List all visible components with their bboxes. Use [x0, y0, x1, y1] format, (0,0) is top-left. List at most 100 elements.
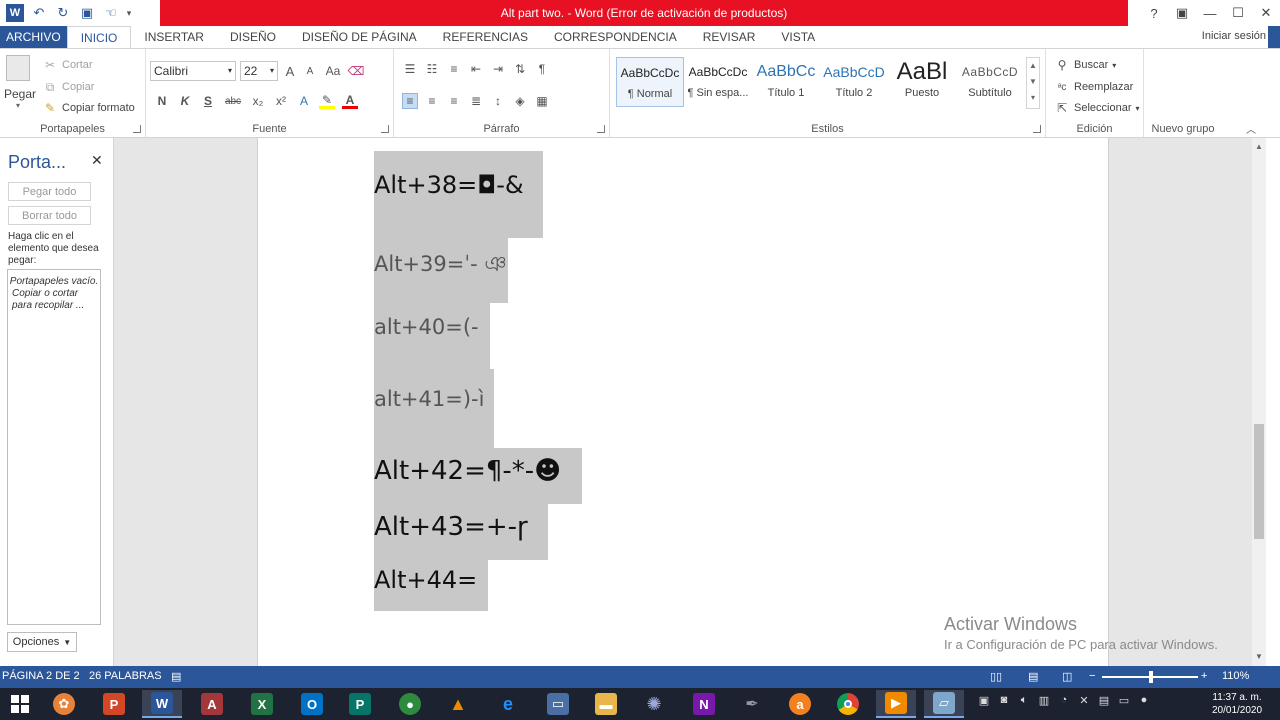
account-badge[interactable]: [1268, 26, 1280, 48]
cut-button[interactable]: ✂ Cortar: [42, 57, 93, 73]
tray-app-icon[interactable]: ▭: [1116, 692, 1132, 708]
tray-app-icon[interactable]: ●: [1136, 692, 1152, 708]
format-painter-button[interactable]: ✎ Copiar formato: [42, 100, 135, 116]
close-button[interactable]: ✕: [1252, 0, 1280, 26]
font-size-select[interactable]: 22 ▾: [240, 61, 278, 81]
taskbar-paint[interactable]: ✺: [634, 690, 674, 718]
taskbar-clock[interactable]: 11:37 a. m. 20/01/2020: [1212, 691, 1262, 717]
tray-app-icon[interactable]: ◙: [996, 692, 1012, 708]
styles-gallery-scroll[interactable]: ▲ ▼ ▾: [1026, 57, 1040, 109]
taskbar-excel[interactable]: X: [242, 690, 282, 718]
align-left-icon[interactable]: ≡: [402, 93, 418, 109]
justify-icon[interactable]: ≣: [468, 93, 484, 109]
shrink-font-button[interactable]: A: [302, 63, 318, 79]
zoom-level[interactable]: 110%: [1222, 670, 1249, 682]
taskbar-tool[interactable]: ✒: [732, 690, 772, 718]
zoom-in-button[interactable]: +: [1201, 670, 1207, 682]
read-mode-icon[interactable]: ▯▯: [990, 670, 1002, 683]
paragraph-launcher-icon[interactable]: [597, 125, 605, 133]
help-button[interactable]: ?: [1140, 0, 1168, 26]
shading-icon[interactable]: ◈: [512, 93, 528, 109]
taskbar-avast[interactable]: a: [780, 690, 820, 718]
align-center-icon[interactable]: ≡: [424, 93, 440, 109]
tab-inicio[interactable]: INICIO: [66, 26, 132, 48]
taskbar-screen[interactable]: ▱: [924, 690, 964, 718]
scroll-thumb[interactable]: [1254, 424, 1264, 539]
styles-launcher-icon[interactable]: [1033, 125, 1041, 133]
italic-button[interactable]: K: [177, 93, 193, 109]
print-layout-icon[interactable]: ▤: [1028, 670, 1038, 683]
style-normal[interactable]: AaBbCcDc ¶ Normal: [616, 57, 684, 107]
copy-button[interactable]: ⧉ Copiar: [42, 79, 95, 95]
scroll-up-icon[interactable]: ▲: [1254, 142, 1264, 152]
borders-icon[interactable]: ▦: [534, 93, 550, 109]
undo-icon[interactable]: ↶: [28, 2, 50, 24]
line-spacing-icon[interactable]: ↕: [490, 93, 506, 109]
font-name-select[interactable]: Calibri ▾: [150, 61, 236, 81]
word-app-icon[interactable]: W: [4, 2, 26, 24]
paste-button[interactable]: Pegar ▾: [4, 55, 36, 110]
tray-app-icon[interactable]: ▣: [976, 692, 992, 708]
signin-link[interactable]: Iniciar sesión: [1202, 30, 1266, 42]
save-icon[interactable]: ▣: [76, 2, 98, 24]
grow-font-button[interactable]: A: [282, 63, 298, 79]
align-right-icon[interactable]: ≡: [446, 93, 462, 109]
paste-all-button[interactable]: Pegar todo: [8, 182, 91, 201]
taskbar-chrome[interactable]: [828, 690, 868, 718]
change-case-button[interactable]: Aa: [322, 63, 344, 79]
doc-line[interactable]: alt+40=(-: [374, 303, 490, 369]
pilcrow-icon[interactable]: ¶: [534, 61, 550, 77]
touch-mode-icon[interactable]: ☜: [100, 2, 122, 24]
clear-all-button[interactable]: Borrar todo: [8, 206, 91, 225]
doc-line[interactable]: Alt+42=¶-*-☻: [374, 448, 582, 504]
clipboard-launcher-icon[interactable]: [133, 125, 141, 133]
taskbar-word[interactable]: W: [142, 690, 182, 718]
vertical-scrollbar[interactable]: ▲ ▼: [1252, 138, 1266, 666]
taskbar-vlc[interactable]: ▲: [438, 690, 478, 718]
zoom-out-button[interactable]: −: [1089, 670, 1095, 682]
doc-line[interactable]: Alt+38=◘-&: [374, 151, 543, 238]
web-layout-icon[interactable]: ◫: [1062, 670, 1072, 683]
ribbon-display-button[interactable]: ▣: [1168, 0, 1196, 26]
taskbar-publisher[interactable]: P: [340, 690, 380, 718]
doc-line[interactable]: Alt+44=: [374, 560, 488, 611]
word-count[interactable]: 26 PALABRAS: [89, 670, 162, 682]
taskbar-app[interactable]: ✿: [44, 690, 84, 718]
collapse-ribbon-icon[interactable]: ︿: [1246, 121, 1256, 136]
taskbar-outlook[interactable]: O: [292, 690, 332, 718]
replace-button[interactable]: ᵃc Reemplazar: [1054, 79, 1134, 95]
taskbar-edge[interactable]: e: [488, 690, 528, 718]
customize-qat-icon[interactable]: ▾: [124, 2, 134, 24]
multilevel-list-icon[interactable]: ≡: [446, 61, 462, 77]
tray-app-icon[interactable]: ◔: [1056, 692, 1072, 708]
decrease-indent-icon[interactable]: ⇤: [468, 61, 484, 77]
numbering-icon[interactable]: ☷: [424, 61, 440, 77]
doc-line[interactable]: alt+41=)-ì: [374, 369, 494, 448]
doc-line[interactable]: Alt+39=ˈ- ঞ: [374, 238, 508, 303]
font-color-icon[interactable]: A: [342, 93, 358, 109]
speaker-icon[interactable]: 🔈︎: [1016, 692, 1032, 708]
style-subtitle[interactable]: AaBbCcD Subtítulo: [956, 57, 1024, 107]
clear-format-icon[interactable]: ⌫: [348, 63, 365, 79]
tab-vista[interactable]: VISTA: [768, 26, 828, 48]
network-icon[interactable]: ▥: [1036, 692, 1052, 708]
select-button[interactable]: ⇱ Seleccionar ▾: [1054, 100, 1140, 116]
taskbar-camtasia[interactable]: ●: [390, 690, 430, 718]
tab-archivo[interactable]: ARCHIVO: [0, 26, 67, 48]
style-title[interactable]: AaBl Puesto: [888, 57, 956, 107]
style-heading-2[interactable]: AaBbCcD Título 2: [820, 57, 888, 107]
taskbar-onenote[interactable]: N: [684, 690, 724, 718]
bold-button[interactable]: N: [154, 93, 170, 109]
minimize-button[interactable]: —: [1196, 0, 1224, 26]
doc-line[interactable]: Alt+43=+-ɼ: [374, 504, 548, 560]
underline-button[interactable]: S: [200, 93, 216, 109]
options-button[interactable]: Opciones ▼: [7, 632, 77, 652]
tab-diseno[interactable]: DISEÑO: [217, 26, 289, 48]
tab-revisar[interactable]: REVISAR: [690, 26, 769, 48]
tab-referencias[interactable]: REFERENCIAS: [430, 26, 541, 48]
taskbar-media[interactable]: ▶: [876, 690, 916, 718]
tab-diseno-pagina[interactable]: DISEÑO DE PÁGINA: [289, 26, 430, 48]
subscript-button[interactable]: x₂: [250, 93, 266, 109]
tab-insertar[interactable]: INSERTAR: [131, 26, 217, 48]
maximize-button[interactable]: ☐: [1224, 0, 1252, 26]
